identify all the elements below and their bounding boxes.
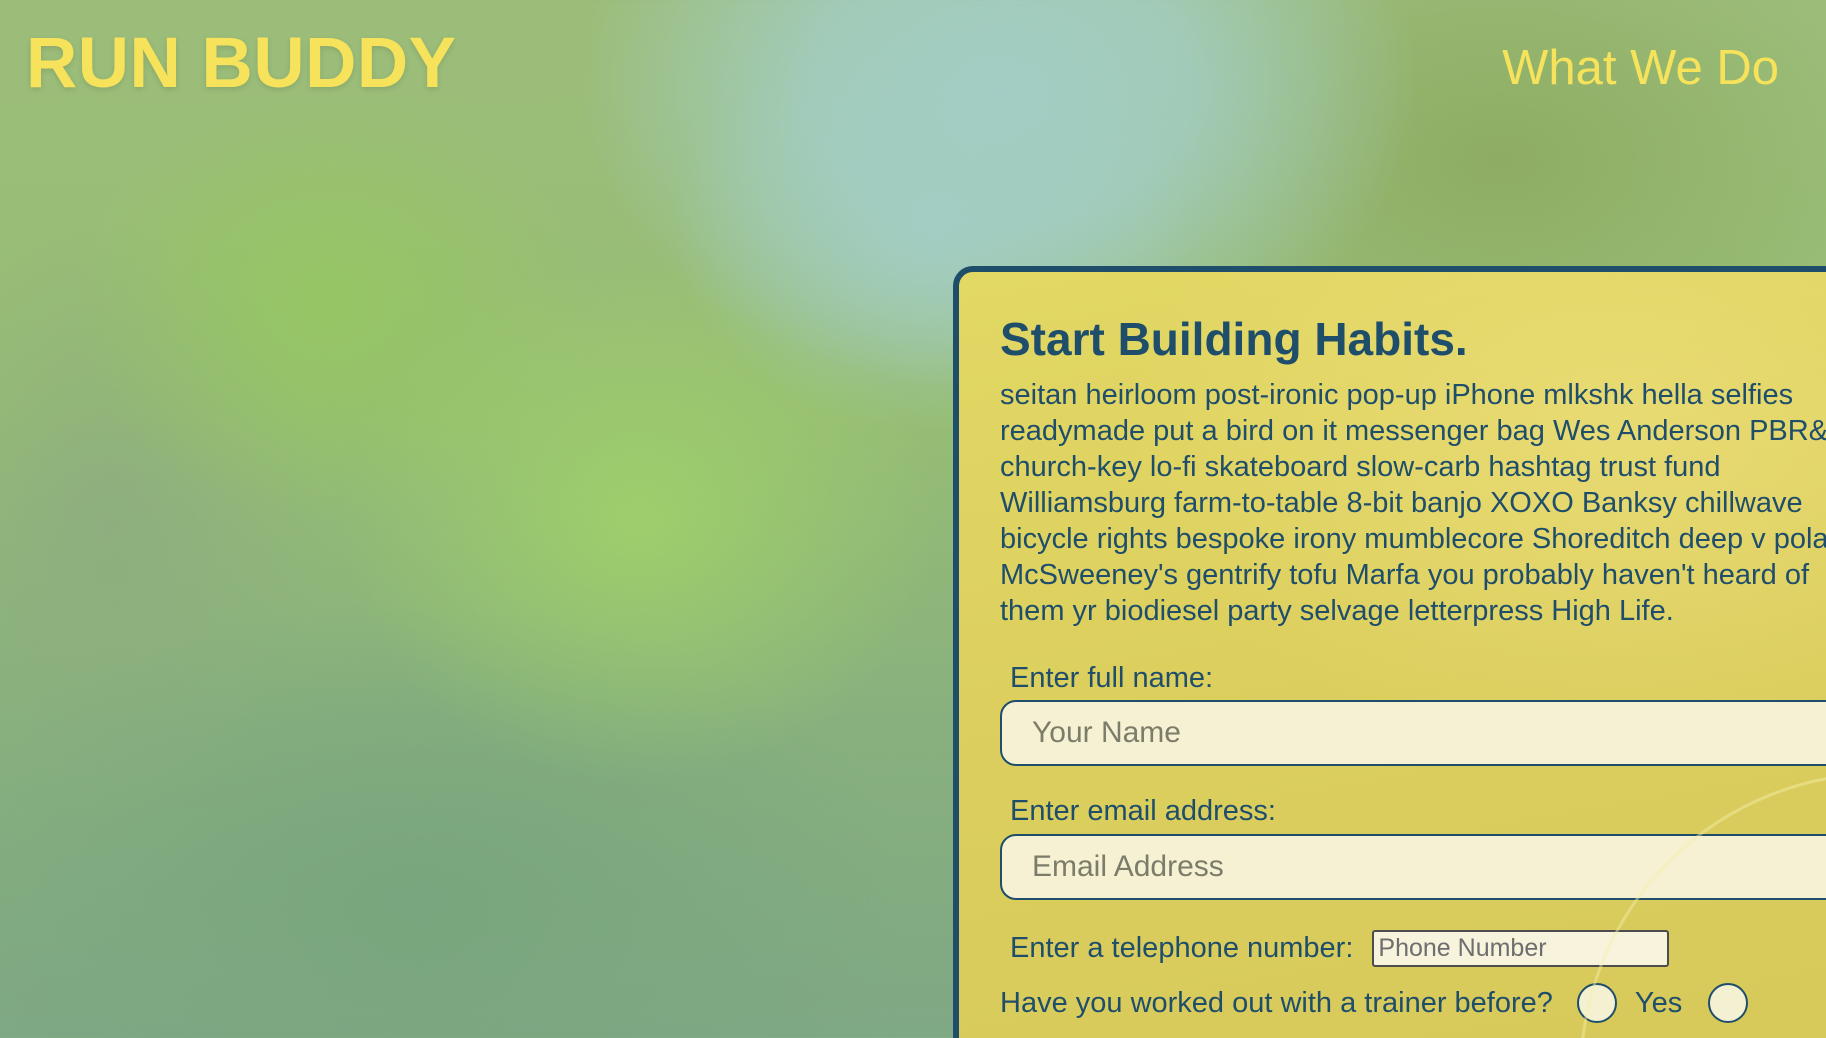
- signup-title: Start Building Habits.: [1000, 313, 1468, 365]
- trainer-question: Have you worked out with a trainer befor…: [1000, 986, 1553, 1019]
- signup-panel: Start Building Habits. seitan heirloom p…: [953, 266, 1826, 1038]
- phone-label: Enter a telephone number:: [1010, 932, 1354, 965]
- phone-input[interactable]: [1372, 930, 1670, 968]
- nav-link-what-we-do[interactable]: What We Do: [1502, 44, 1779, 93]
- email-label: Enter email address:: [1010, 795, 1276, 828]
- name-input[interactable]: [1000, 700, 1826, 767]
- name-label: Enter full name:: [1010, 661, 1214, 694]
- signup-description: seitan heirloom post-ironic pop-up iPhon…: [1000, 378, 1826, 627]
- phone-row: Enter a telephone number:: [1010, 930, 1826, 968]
- trainer-yes-label: Yes: [1634, 986, 1683, 1019]
- trainer-question-row: Have you worked out with a trainer befor…: [1000, 983, 1826, 1024]
- trainer-yes-radio[interactable]: [1576, 983, 1617, 1024]
- site-logo[interactable]: RUN BUDDY: [26, 28, 457, 99]
- email-input[interactable]: [1000, 834, 1826, 901]
- trainer-no-radio[interactable]: [1708, 983, 1749, 1024]
